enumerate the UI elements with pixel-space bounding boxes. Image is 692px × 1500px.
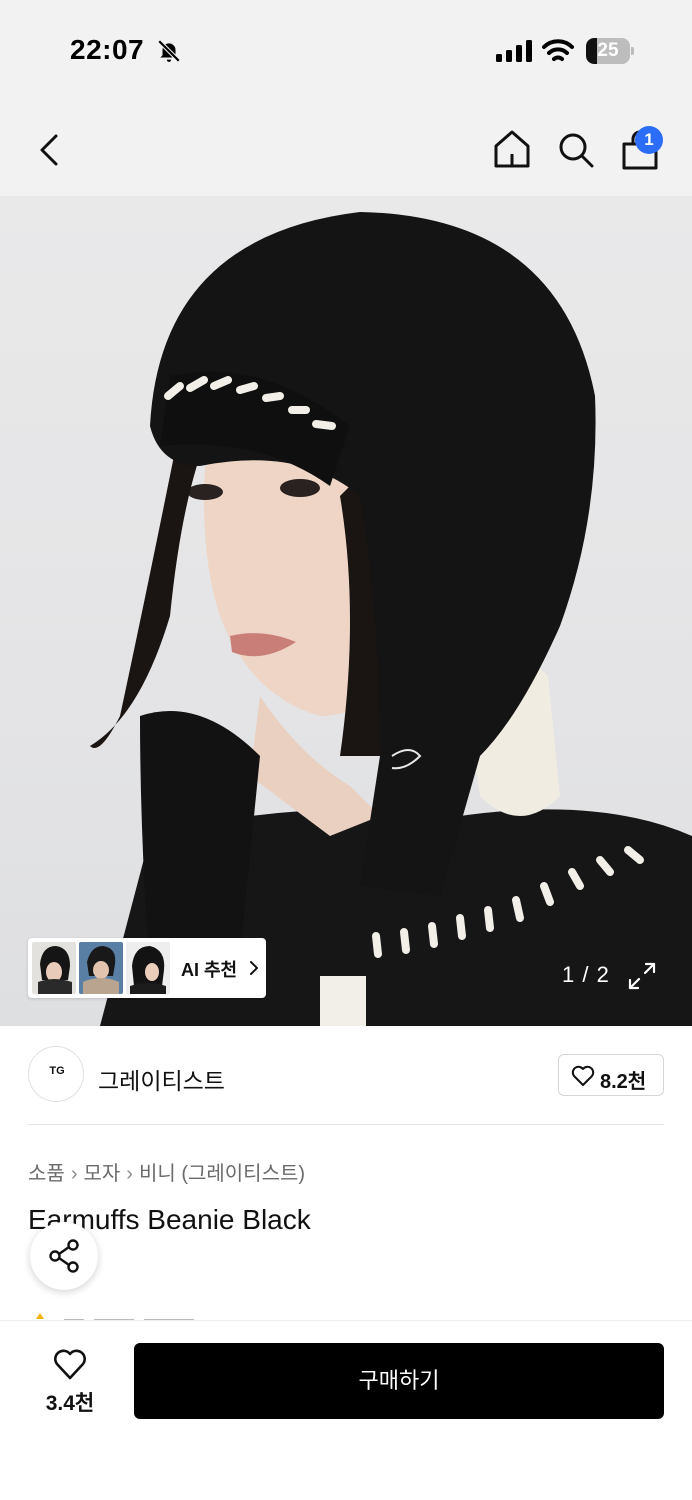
image-page-indicator: 1 / 2 (562, 962, 610, 987)
heart-icon[interactable] (52, 1347, 88, 1381)
cellular-signal-icon (496, 40, 532, 62)
product-image[interactable] (0, 196, 692, 1026)
wishlist-count: 3.4천 (45, 1392, 95, 1415)
brand-like-button[interactable]: 8.2천 (558, 1054, 664, 1096)
search-icon[interactable] (556, 130, 596, 170)
share-button[interactable] (30, 1222, 98, 1290)
ai-thumbnail[interactable] (126, 942, 170, 994)
top-nav-bar (0, 100, 692, 196)
breadcrumb: 소품 › 모자 › 비니 (그레이티스트) (28, 1157, 305, 1186)
brand-logo-text: TG (49, 1065, 65, 1077)
rating-row-peek (28, 1310, 228, 1320)
brand-name[interactable]: 그레이티스트 (98, 1062, 225, 1096)
chevron-right-icon: › (70, 1163, 78, 1185)
bottom-action-bar: 3.4천 구매하기 (0, 1320, 692, 1500)
breadcrumb-item[interactable]: 모자 (83, 1163, 120, 1185)
heart-icon (571, 1065, 595, 1086)
bell-off-icon (157, 39, 181, 63)
breadcrumb-item[interactable]: 비니 (그레이티스트) (139, 1163, 305, 1185)
ai-recommendation-label: AI 추천 (181, 960, 238, 980)
wifi-icon (542, 39, 574, 61)
breadcrumb-item[interactable]: 소품 (28, 1163, 65, 1185)
ai-thumbnail[interactable] (79, 942, 123, 994)
home-icon[interactable] (492, 128, 532, 170)
brand-like-count: 8.2천 (600, 1071, 647, 1093)
status-bar: 22:07 25 (0, 0, 692, 100)
expand-icon[interactable] (628, 962, 656, 990)
chevron-right-icon: › (126, 1163, 133, 1185)
ai-thumbnail[interactable] (32, 942, 76, 994)
product-photo (90, 212, 692, 1026)
status-time: 22:07 (70, 34, 145, 65)
buy-button[interactable]: 구매하기 (134, 1343, 664, 1419)
brand-row[interactable]: TG 그레이티스트 8.2천 (0, 1026, 692, 1126)
back-arrow-icon[interactable] (32, 130, 68, 170)
ai-recommendation-panel[interactable]: AI 추천 (28, 938, 266, 998)
chevron-right-icon (250, 961, 258, 975)
cart-count-badge: 1 (635, 126, 663, 154)
share-icon (49, 1239, 79, 1273)
brand-logo[interactable]: TG (28, 1046, 84, 1102)
battery-level: 25 (597, 40, 619, 61)
divider (28, 1124, 664, 1125)
battery-indicator: 25 (586, 38, 634, 64)
